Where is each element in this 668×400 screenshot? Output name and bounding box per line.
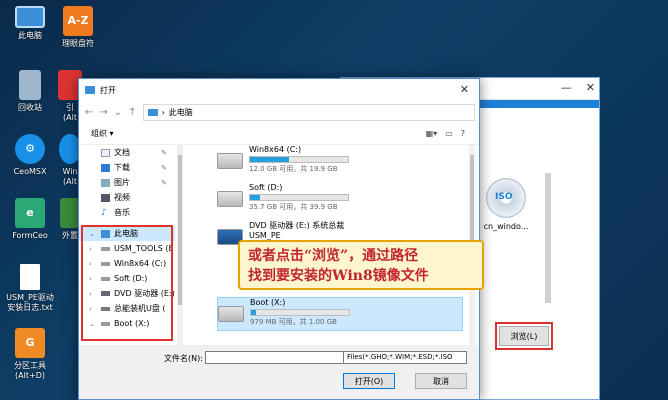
desktop-icon-label: USM_PE驱动 安装日志.txt — [6, 293, 54, 312]
nav-item-documents[interactable]: 文档 ✎ — [79, 145, 175, 160]
pin-icon: ✎ — [161, 163, 167, 172]
address-bar[interactable]: › 此电脑 — [142, 103, 475, 121]
callout-line-1: 或者点击“浏览”，通过路径 — [248, 248, 419, 264]
recent-chevron-icon[interactable]: ⌄ — [114, 107, 122, 118]
file-type-select[interactable]: Files(*.GHO;*.WIM;*.ESD;*.ISO — [343, 351, 467, 364]
text-file-icon — [20, 264, 40, 290]
iso-badge: ISO — [495, 192, 513, 202]
drive-name: DVD 驱动器 (E:) 系统总裁 USM_PE — [249, 221, 345, 240]
download-icon — [101, 163, 110, 172]
nav-item-downloads[interactable]: 下载 ✎ — [79, 160, 175, 175]
breadcrumb[interactable]: 此电脑 — [169, 107, 193, 118]
hard-drive-icon — [217, 153, 243, 169]
drive-name: Soft (D:) — [249, 183, 283, 192]
nav-item-label: 下载 — [114, 163, 130, 172]
recycle-bin-icon — [19, 70, 41, 100]
desktop-icon-usm-log[interactable]: USM_PE驱动 安装日志.txt — [0, 264, 60, 313]
close-icon[interactable]: ✕ — [460, 83, 469, 96]
hard-drive-icon — [217, 191, 243, 207]
nav-item-label: 音乐 — [114, 208, 130, 217]
dialog-titlebar: 打开 ✕ — [79, 79, 479, 101]
nav-item-label: 视频 — [114, 193, 130, 202]
computer-icon — [147, 108, 158, 116]
nav-item-music[interactable]: ♪ 音乐 — [79, 205, 175, 220]
computer-icon — [15, 6, 45, 28]
partition-tool-icon: G — [15, 328, 45, 358]
nav-item-label: 文档 — [114, 148, 130, 157]
desktop-icon-label: 分区工具 (Alt+D) — [14, 361, 46, 380]
drive-size: 12.0 GB 可用，共 19.9 GB — [249, 165, 338, 173]
navigation-bar: ← → ⌄ ↑ › 此电脑 — [79, 101, 479, 123]
window-controls: — ✕ — [561, 81, 595, 94]
dialog-footer: 文件名(N): ▾ Files(*.GHO;*.WIM;*.ESD;*.ISO … — [79, 345, 479, 399]
browse-button[interactable]: 浏览(L) — [495, 322, 553, 350]
az-icon: A-Z — [63, 6, 93, 36]
dialog-title: 打开 — [100, 85, 116, 95]
desktop-icon-az[interactable]: A-Z 理眼盘符 — [48, 6, 108, 49]
open-button[interactable]: 打开(O) — [343, 373, 395, 389]
music-icon: ♪ — [101, 207, 107, 218]
drive-usage-fill — [250, 195, 260, 200]
nav-item-pictures[interactable]: 图片 ✎ — [79, 175, 175, 190]
desktop-icon-partition-tool[interactable]: G 分区工具 (Alt+D) — [0, 328, 60, 381]
view-options-icon[interactable]: ▦▾ — [426, 129, 438, 138]
iso-disc-icon: ISO — [486, 178, 526, 218]
preview-pane-icon[interactable]: ▭ — [445, 129, 453, 138]
pictures-icon — [101, 178, 110, 187]
filename-label: 文件名(N): — [164, 354, 203, 363]
documents-icon — [101, 148, 110, 157]
drive-size: 979 MB 可用，共 1.00 GB — [250, 318, 337, 326]
close-icon[interactable]: ✕ — [586, 81, 595, 94]
nav-scroll-thumb[interactable] — [178, 155, 182, 305]
installer-scrollbar[interactable] — [545, 173, 551, 303]
hard-drive-icon — [218, 306, 244, 322]
videos-icon — [101, 193, 110, 202]
callout-line-2: 找到要安装的Win8镜像文件 — [248, 268, 429, 284]
nav-scrollbar[interactable] — [177, 145, 183, 345]
open-file-dialog: 打开 ✕ ← → ⌄ ↑ › 此电脑 组织 ▾ ▦▾ ▭ ? 文档 ✎ 下载 ✎ 图… — [78, 78, 480, 400]
nav-item-label: 图片 — [114, 178, 130, 187]
cancel-button[interactable]: 取消 — [415, 373, 467, 389]
drive-item-selected[interactable]: Boot (X:) 979 MB 可用，共 1.00 GB — [217, 297, 463, 331]
drive-size: 35.7 GB 可用，共 39.9 GB — [249, 203, 338, 211]
drive-item[interactable]: Soft (D:) 35.7 GB 可用，共 39.9 GB — [217, 183, 377, 217]
breadcrumb-separator-icon: › — [161, 107, 165, 117]
pin-icon: ✎ — [161, 148, 167, 157]
iso-file-item[interactable]: ISO cn_windo... — [481, 178, 531, 231]
iso-file-name: cn_windo... — [483, 222, 529, 231]
folder-icon — [85, 86, 95, 94]
forward-arrow-icon[interactable]: → — [99, 107, 107, 118]
desktop-icon-label: 理眼盘符 — [62, 39, 94, 48]
help-icon[interactable]: ? — [461, 129, 465, 138]
nav-item-videos[interactable]: 视频 — [79, 190, 175, 205]
drive-usage-bar — [250, 309, 350, 316]
drive-usage-fill — [250, 157, 290, 162]
organize-menu[interactable]: 组织 ▾ — [91, 128, 114, 139]
tutorial-callout: 或者点击“浏览”，通过路径 找到要安装的Win8镜像文件 — [238, 240, 484, 290]
drive-name: Win8x64 (C:) — [249, 145, 302, 154]
minimize-icon[interactable]: — — [561, 81, 572, 94]
drive-usage-fill — [251, 310, 256, 315]
drive-item[interactable]: Win8x64 (C:) 12.0 GB 可用，共 19.9 GB — [217, 145, 377, 179]
highlight-box — [81, 225, 173, 341]
drive-name: Boot (X:) — [250, 298, 286, 307]
dialog-toolbar: 组织 ▾ ▦▾ ▭ ? — [79, 123, 479, 145]
back-arrow-icon[interactable]: ← — [85, 107, 93, 118]
drive-usage-bar — [249, 156, 349, 163]
up-arrow-icon[interactable]: ↑ — [128, 107, 136, 118]
pin-icon: ✎ — [161, 178, 167, 187]
drive-usage-bar — [249, 194, 349, 201]
app-icon — [60, 198, 80, 228]
